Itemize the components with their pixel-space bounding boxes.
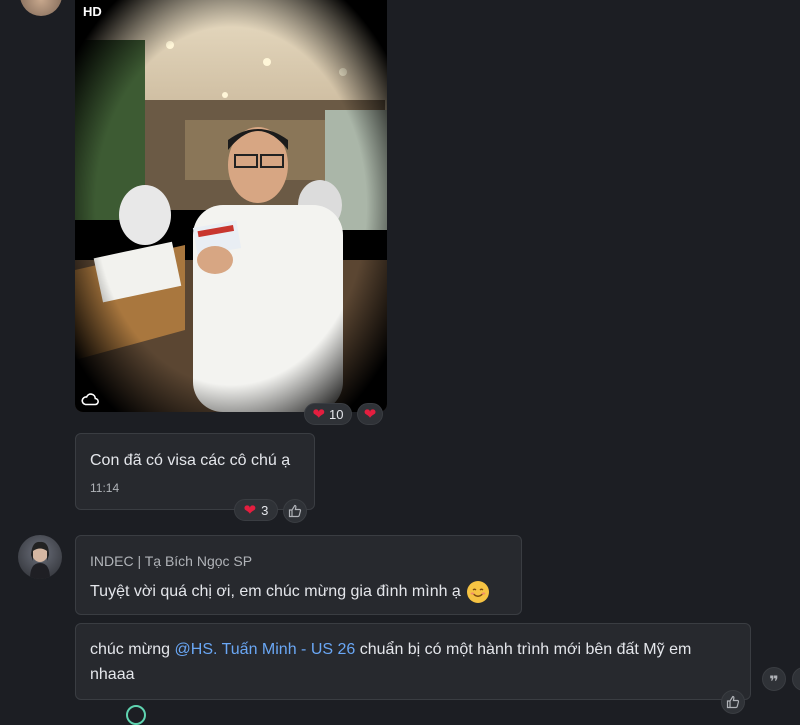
heart-icon: ❤: [312, 405, 326, 423]
hd-badge: HD: [83, 4, 102, 19]
avatar-image: [30, 541, 50, 579]
add-heart-reaction-button[interactable]: ❤: [357, 403, 383, 425]
user-mention[interactable]: @HS. Tuấn Minh - US 26: [175, 641, 356, 658]
message-bubble-visa[interactable]: Con đã có visa các cô chú ạ 11:14: [75, 433, 315, 510]
message-text-line1: chúc mừng @HS. Tuấn Minh - US 26 chuẩn b…: [90, 641, 691, 659]
heart-icon: ❤: [243, 501, 257, 519]
thumbs-up-icon: [726, 695, 740, 709]
thumbs-up-icon: [288, 504, 302, 518]
message-bubble-congrats[interactable]: chúc mừng @HS. Tuấn Minh - US 26 chuẩn b…: [75, 623, 751, 700]
photo-attachment[interactable]: HD: [75, 0, 387, 412]
visa-reaction-summary[interactable]: ❤ 3: [234, 499, 278, 521]
more-options-button[interactable]: [792, 667, 800, 691]
like-button-congrats[interactable]: [721, 690, 745, 714]
message-time: 11:14: [90, 481, 120, 495]
photo-reaction-count: 10: [329, 406, 344, 422]
message-text-suffix: chuẩn bị có một hành trình mới bên đất M…: [355, 641, 692, 658]
cloud-icon[interactable]: [81, 392, 99, 406]
visa-reaction-count: 3: [261, 502, 269, 518]
message-text: Con đã có visa các cô chú ạ: [90, 452, 291, 469]
sender-avatar-top[interactable]: [20, 0, 62, 16]
quote-icon: ❞: [769, 672, 779, 691]
message-text-prefix: chúc mừng: [90, 641, 175, 658]
message-text-row: Tuyệt vời quá chị ơi, em chúc mừng gia đ…: [90, 581, 489, 603]
sender-name: INDEC | Tạ Bích Ngọc SP: [90, 553, 253, 569]
message-bubble-reply[interactable]: INDEC | Tạ Bích Ngọc SP Tuyệt vời quá ch…: [75, 535, 522, 615]
seen-indicator-icon: [126, 705, 146, 725]
message-text: Tuyệt vời quá chị ơi, em chúc mừng gia đ…: [90, 583, 461, 600]
smiling-face-emoji: [466, 581, 489, 603]
like-button[interactable]: [283, 499, 307, 523]
sender-avatar[interactable]: [18, 535, 62, 579]
quote-button[interactable]: ❞: [762, 667, 786, 691]
heart-icon: ❤: [363, 405, 377, 423]
photo-image: [75, 0, 387, 412]
photo-reaction-summary[interactable]: ❤ 10: [304, 403, 352, 425]
message-text-line2: nhaaa: [90, 666, 135, 683]
